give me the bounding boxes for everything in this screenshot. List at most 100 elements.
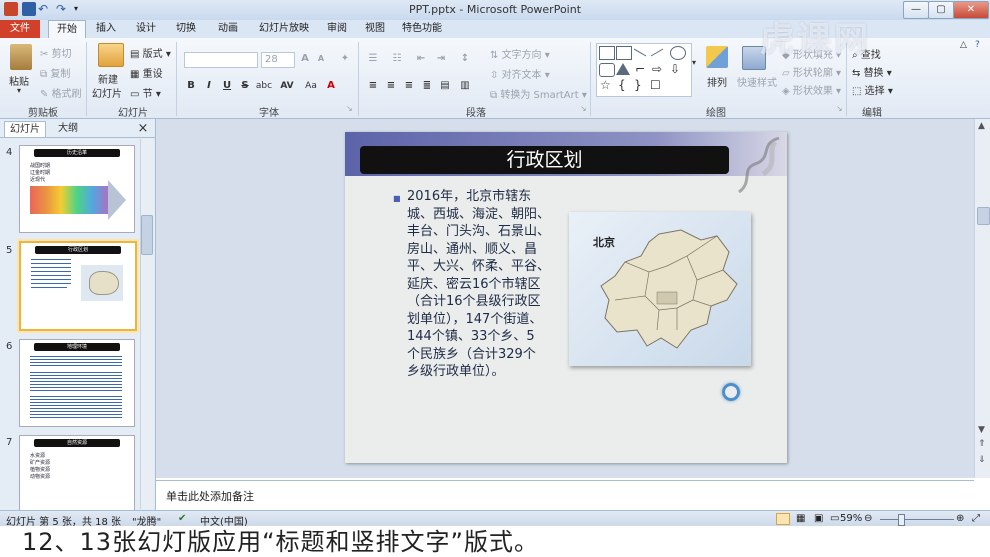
font-size-combo[interactable]: 28 <box>261 52 295 68</box>
paragraph-dialog-launcher-icon[interactable]: ↘ <box>580 104 587 113</box>
beijing-map-image[interactable]: 北京 <box>569 212 751 366</box>
previous-slide-icon[interactable]: ⇑ <box>978 439 986 449</box>
shape-effects-button[interactable]: ◈ 形状效果 ▾ <box>782 82 841 97</box>
shapes-more-icon[interactable]: ▾ <box>692 58 696 67</box>
tab-insert[interactable]: 插入 <box>90 20 122 38</box>
slide-vertical-scrollbar[interactable]: ▲ ▼ ⇑ ⇓ <box>974 119 990 478</box>
tab-review[interactable]: 审阅 <box>322 20 352 38</box>
font-dialog-launcher-icon[interactable]: ↘ <box>346 104 353 113</box>
panel-scrollbar[interactable] <box>140 139 153 509</box>
slide-title[interactable]: 行政区划 <box>360 146 729 174</box>
copy-button[interactable]: ⧉ 复制 <box>40 65 70 80</box>
quick-styles-button[interactable]: 快速样式 <box>737 74 777 89</box>
callout-shape-icon[interactable]: ☐ <box>650 78 661 92</box>
zoom-in-icon[interactable]: ⊕ <box>956 513 964 524</box>
new-slide-button-2[interactable]: 幻灯片 <box>92 85 122 100</box>
brace-shape-icon[interactable]: } <box>634 78 642 92</box>
tab-slideshow[interactable]: 幻灯片放映 <box>254 20 314 38</box>
current-slide[interactable]: 行政区划 ■ 2016年，北京市辖东 城、西城、海淀、朝阳、 丰台、门头沟、石景… <box>345 132 787 463</box>
clear-format-icon[interactable]: ✦ <box>338 52 352 66</box>
tab-file[interactable]: 文件 <box>0 20 40 38</box>
paste-dropdown-icon[interactable]: ▾ <box>17 86 21 95</box>
panel-scroll-thumb[interactable] <box>141 215 153 255</box>
elbow-connector-icon[interactable]: ⌐ <box>635 62 645 76</box>
slide-thumbnail-6[interactable]: 地理环境 <box>19 339 135 427</box>
scroll-down-icon[interactable]: ▼ <box>978 425 985 435</box>
next-slide-icon[interactable]: ⇓ <box>978 455 986 465</box>
slide-thumbnail-5[interactable]: 行政区划 <box>19 241 137 331</box>
change-case-button[interactable]: Aa <box>302 79 320 93</box>
reading-view-icon[interactable]: ▣ <box>814 513 823 524</box>
minimize-ribbon-icon[interactable]: △ <box>960 40 967 50</box>
fit-to-window-icon[interactable]: ⤢ <box>972 513 980 524</box>
text-direction-button[interactable]: ⇅ 文字方向 ▾ <box>490 46 550 61</box>
rounded-rectangle-shape-icon[interactable] <box>599 63 615 77</box>
bullets-icon[interactable]: ☰ <box>366 52 380 66</box>
grow-font-button[interactable]: A <box>298 52 312 66</box>
char-spacing-button[interactable]: AV <box>278 79 296 93</box>
scroll-thumb[interactable] <box>977 207 990 225</box>
maximize-button[interactable]: ▢ <box>928 1 954 19</box>
tab-view[interactable]: 视图 <box>360 20 390 38</box>
slide-body-text[interactable]: ■ 2016年，北京市辖东 城、西城、海淀、朝阳、 丰台、门头沟、石景山、 房山… <box>393 188 567 381</box>
paste-icon[interactable] <box>10 44 32 70</box>
shrink-font-button[interactable]: A <box>314 52 328 66</box>
font-name-combo[interactable] <box>184 52 258 68</box>
triangle-shape-icon[interactable] <box>616 63 630 75</box>
distributed-icon[interactable]: ▤ <box>438 79 452 93</box>
slide-sorter-view-icon[interactable]: ▦ <box>796 513 805 524</box>
align-text-button[interactable]: ⇳ 对齐文本 ▾ <box>490 66 550 81</box>
zoom-level[interactable]: 59% <box>840 513 862 524</box>
justify-icon[interactable]: ≣ <box>420 79 434 93</box>
brace-shape-icon[interactable]: { <box>618 78 626 92</box>
notes-placeholder[interactable]: 单击此处添加备注 <box>166 488 254 504</box>
zoom-out-icon[interactable]: ⊖ <box>864 513 872 524</box>
align-left-icon[interactable]: ≡ <box>366 79 380 93</box>
tab-special[interactable]: 特色功能 <box>398 20 446 38</box>
tab-outline-panel[interactable]: 大纲 <box>50 121 86 137</box>
rectangle-shape-icon[interactable] <box>616 46 632 60</box>
arrange-button[interactable]: 排列 <box>707 74 727 89</box>
reset-button[interactable]: ▦ 重设 <box>130 65 163 80</box>
right-arrow-shape-icon[interactable]: ⇨ <box>652 62 662 76</box>
minimize-button[interactable]: — <box>903 1 929 19</box>
shape-outline-button[interactable]: ▱ 形状轮廓 ▾ <box>782 64 841 79</box>
bold-button[interactable]: B <box>184 79 198 93</box>
numbering-icon[interactable]: ☷ <box>390 52 404 66</box>
rectangle-shape-icon[interactable] <box>599 46 615 60</box>
help-icon[interactable]: ? <box>975 40 980 50</box>
strikethrough-button[interactable]: S <box>238 79 252 93</box>
align-right-icon[interactable]: ≡ <box>402 79 416 93</box>
new-slide-icon[interactable] <box>98 43 124 67</box>
close-button[interactable]: ✕ <box>953 1 989 19</box>
tab-transitions[interactable]: 切换 <box>170 20 202 38</box>
zoom-slider[interactable] <box>880 519 954 520</box>
slide-thumbnail-7[interactable]: 自然资源 水资源 矿产资源 植物资源 动物资源 <box>19 435 135 511</box>
zoom-slider-thumb[interactable] <box>898 514 905 526</box>
line-spacing-icon[interactable]: ↕ <box>458 52 472 66</box>
section-button[interactable]: ▭ 节 ▾ <box>130 85 161 100</box>
drawing-dialog-launcher-icon[interactable]: ↘ <box>836 104 843 113</box>
cut-button[interactable]: ✂ 剪切 <box>40 45 72 60</box>
tab-animations[interactable]: 动画 <box>210 20 246 38</box>
text-shadow-button[interactable]: abc <box>254 79 274 93</box>
new-slide-button[interactable]: 新建 <box>98 71 118 86</box>
smartart-button[interactable]: ⧉ 转换为 SmartArt ▾ <box>490 86 587 101</box>
normal-view-icon[interactable] <box>776 513 790 525</box>
scroll-up-icon[interactable]: ▲ <box>978 121 985 131</box>
notes-pane[interactable]: 单击此处添加备注 <box>156 480 974 509</box>
format-painter-button[interactable]: ✎ 格式刷 <box>40 85 82 100</box>
font-color-button[interactable]: A <box>324 79 338 93</box>
tab-slides-panel[interactable]: 幻灯片 <box>4 121 46 138</box>
increase-indent-icon[interactable]: ⇥ <box>434 52 448 66</box>
italic-button[interactable]: I <box>202 79 216 93</box>
slide-thumbnail-4[interactable]: 历史沿革 战国时期 辽金时期 近现代 <box>19 145 135 233</box>
star-shape-icon[interactable]: ☆ <box>600 78 611 92</box>
replace-button[interactable]: ⇆ 替换 ▾ <box>852 64 892 79</box>
down-arrow-shape-icon[interactable]: ⇩ <box>670 62 680 76</box>
columns-icon[interactable]: ▥ <box>458 79 472 93</box>
decrease-indent-icon[interactable]: ⇤ <box>414 52 428 66</box>
layout-button[interactable]: ▤ 版式 ▾ <box>130 45 171 60</box>
tab-home[interactable]: 开始 <box>48 20 86 40</box>
slideshow-view-icon[interactable]: ▭ <box>830 513 839 524</box>
